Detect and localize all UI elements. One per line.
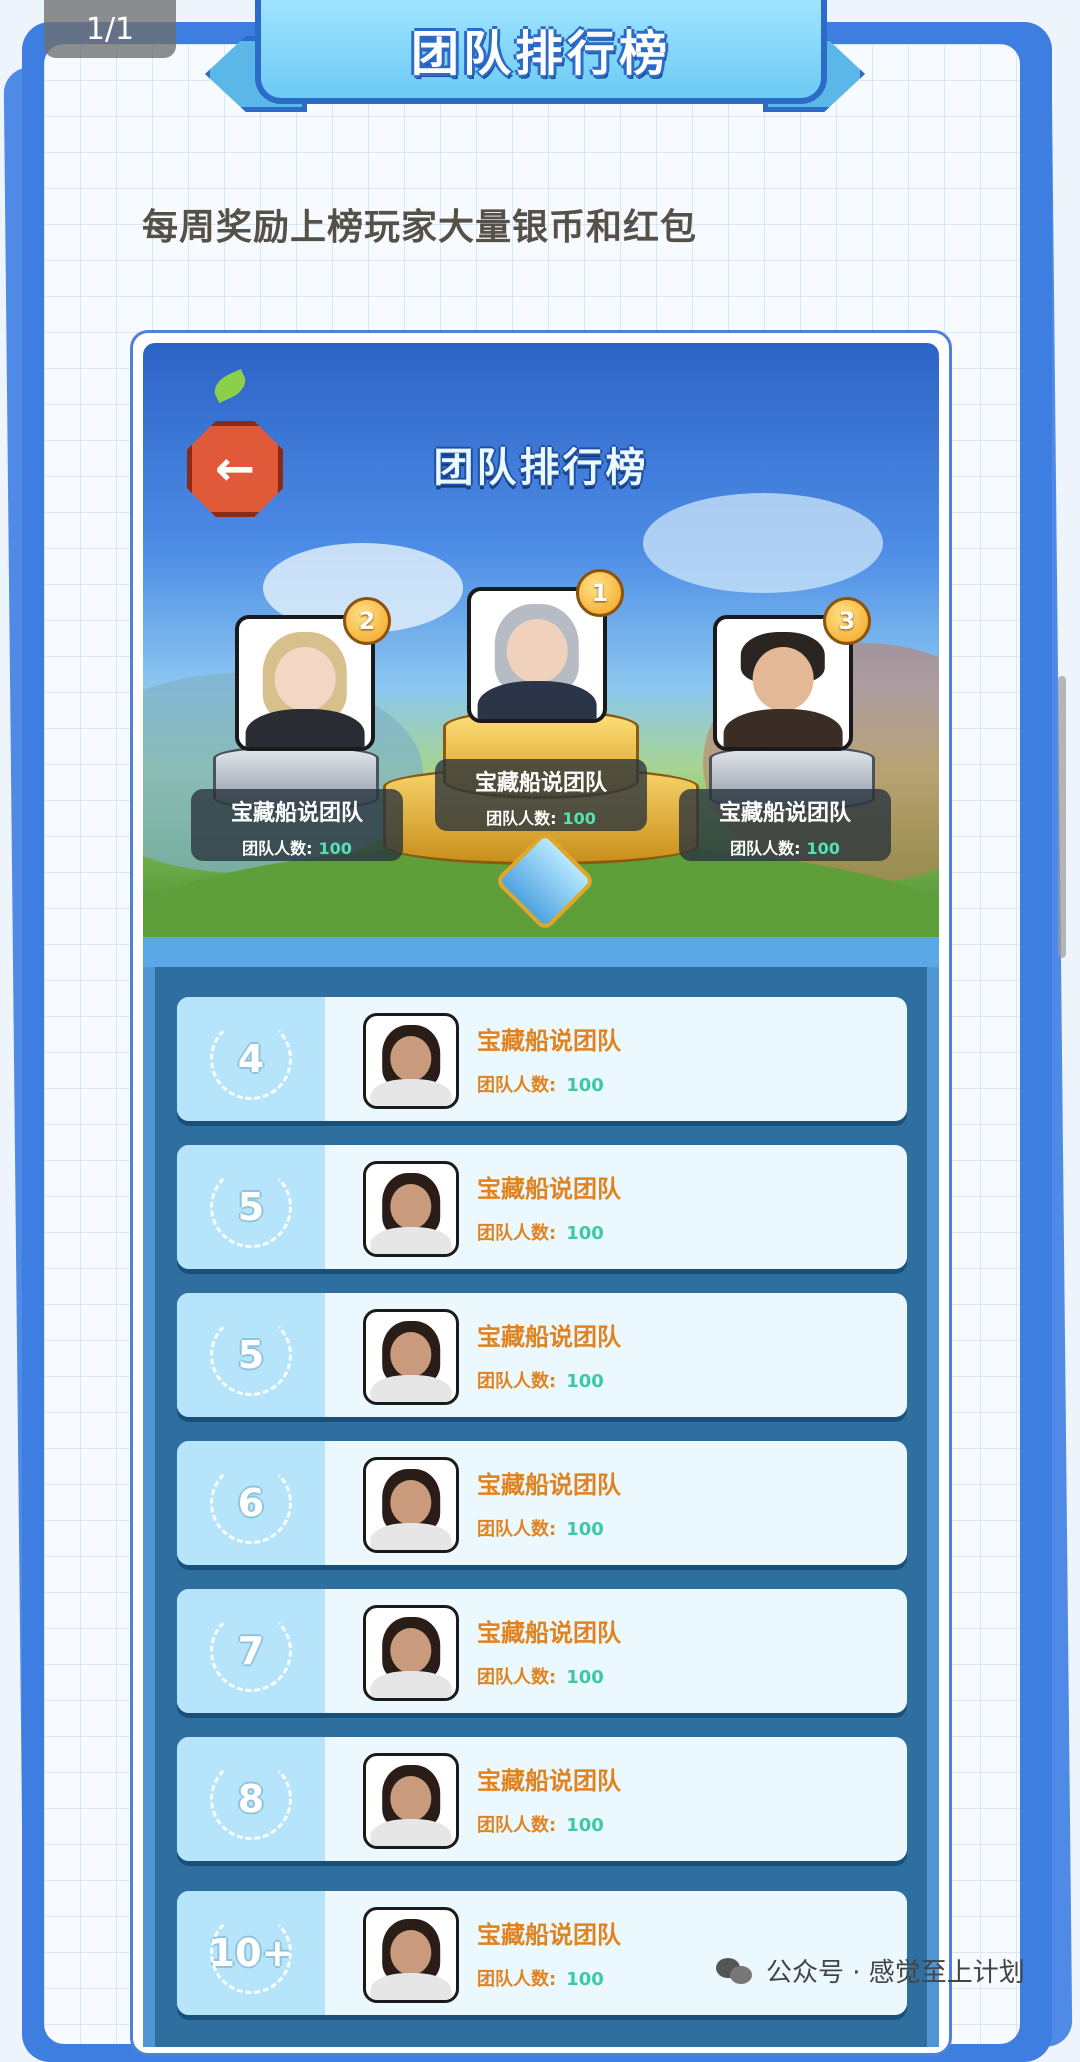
team-count: 团队人数: 100 (477, 1667, 604, 1688)
team-name: 宝藏船说团队 (477, 1175, 621, 1203)
rank-badge: 8 (177, 1737, 325, 1861)
team-count: 团队人数: 100 (477, 1519, 604, 1540)
rank-badge: 7 (177, 1589, 325, 1713)
cloud (643, 493, 883, 593)
team-name: 宝藏船说团队 (477, 1921, 621, 1949)
avatar-body (245, 708, 365, 747)
team-name: 宝藏船说团队 (477, 1767, 621, 1795)
rank-1-medal-icon: 1 (576, 569, 624, 617)
rank-badge: 6 (177, 1441, 325, 1565)
list-header-strip (143, 937, 939, 967)
podium-3-nameplate: 宝藏船说团队 团队人数: 100 (679, 789, 891, 861)
list-item[interactable]: 6 宝藏船说团队 团队人数: 100 (177, 1441, 907, 1565)
team-count: 团队人数: 100 (242, 839, 352, 858)
avatar[interactable] (363, 1605, 459, 1701)
avatar-face (506, 619, 568, 684)
rank-badge: 10+ (177, 1891, 325, 2015)
list-item[interactable]: 5 宝藏船说团队 团队人数: 100 (177, 1145, 907, 1269)
team-name: 宝藏船说团队 (477, 1471, 621, 1499)
rank-2-medal-icon: 2 (343, 597, 391, 645)
leaf-icon (209, 368, 251, 404)
avatar[interactable] (363, 1753, 459, 1849)
avatar-body (477, 680, 597, 719)
avatar-face (752, 647, 814, 712)
team-count: 团队人数: 100 (477, 1969, 604, 1990)
ribbon-banner: 团队排行榜 (255, 0, 827, 104)
page-title: 团队排行榜 (410, 26, 671, 82)
avatar[interactable] (363, 1457, 459, 1553)
team-count: 团队人数: 100 (477, 1075, 604, 1096)
team-count: 团队人数: 100 (730, 839, 840, 858)
podium-1-nameplate: 宝藏船说团队 团队人数: 100 (435, 759, 647, 831)
team-name: 宝藏船说团队 (477, 1027, 621, 1055)
game-screen-card: ← 团队排行榜 1 宝藏船说团队 团队人数:100 2 宝藏船说团队 团队人数 (130, 330, 952, 2056)
podium-scene: ← 团队排行榜 1 宝藏船说团队 团队人数:100 2 宝藏船说团队 团队人数 (143, 343, 939, 937)
rank-badge: 5 (177, 1145, 325, 1269)
ranking-list[interactable]: 4 宝藏船说团队 团队人数:100 5 宝藏船说团队 团队人数:100 5 (143, 967, 939, 2047)
list-item[interactable]: 8 宝藏船说团队 团队人数: 100 (177, 1737, 907, 1861)
team-name: 宝藏船说团队 (477, 1323, 621, 1351)
subtitle: 每周奖励上榜玩家大量银币和红包 (142, 207, 698, 248)
team-name: 宝藏船说团队 (474, 771, 607, 796)
avatar[interactable] (363, 1907, 459, 2003)
podium-2-nameplate: 宝藏船说团队 团队人数: 100 (191, 789, 403, 861)
rank-badge: 5 (177, 1293, 325, 1417)
team-count: 团队人数: 100 (477, 1815, 604, 1836)
avatar-face (274, 647, 336, 712)
list-item[interactable]: 5 宝藏船说团队 团队人数: 100 (177, 1293, 907, 1417)
list-item[interactable]: 7 宝藏船说团队 团队人数: 100 (177, 1589, 907, 1713)
team-count: 团队人数: 100 (477, 1223, 604, 1244)
team-count: 团队人数: 100 (477, 1371, 604, 1392)
scrollbar[interactable] (1058, 676, 1066, 958)
game-title: 团队排行榜 (433, 445, 649, 491)
avatar[interactable] (363, 1161, 459, 1257)
rank-3-medal-icon: 3 (823, 597, 871, 645)
list-item[interactable]: 4 宝藏船说团队 团队人数: 100 (177, 997, 907, 1121)
team-name: 宝藏船说团队 (477, 1619, 621, 1647)
watermark-text: 公众号 · 感觉至上计划 (766, 1958, 1025, 1988)
avatar-body (723, 708, 843, 747)
team-name: 宝藏船说团队 (230, 801, 363, 826)
team-name: 宝藏船说团队 (718, 801, 851, 826)
avatar[interactable] (363, 1013, 459, 1109)
rank-badge: 4 (177, 997, 325, 1121)
wechat-icon (716, 1956, 756, 1986)
header-ribbon: 团队排行榜 (205, 0, 865, 118)
team-count: 团队人数: 100 (486, 809, 596, 828)
avatar[interactable] (363, 1309, 459, 1405)
watermark: 公众号 · 感觉至上计划 (716, 1952, 1025, 1989)
page-counter: 1/1 (44, 0, 176, 58)
